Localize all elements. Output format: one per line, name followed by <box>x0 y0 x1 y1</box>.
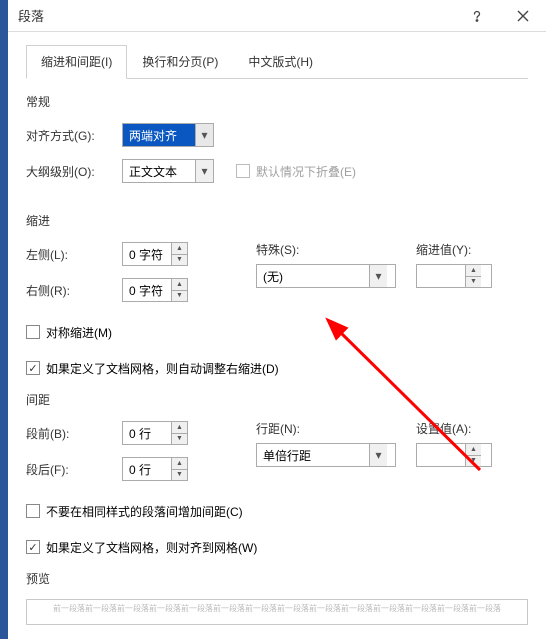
close-button[interactable] <box>500 0 546 32</box>
tab-indent-spacing[interactable]: 缩进和间距(I) <box>26 45 127 79</box>
outline-value: 正文文本 <box>123 160 195 182</box>
checkbox-label: 不要在相同样式的段落间增加间距(C) <box>46 503 243 520</box>
setvalue-label: 设置值(A): <box>416 420 528 437</box>
chevron-up-icon: ▲ <box>172 279 187 291</box>
alignment-value: 两端对齐 <box>123 124 195 146</box>
spinner-buttons[interactable]: ▲▼ <box>171 279 187 301</box>
before-label: 段前(B): <box>26 425 122 442</box>
outline-label: 大纲级别(O): <box>26 163 122 180</box>
indent-value-spinner[interactable]: ▲▼ <box>416 264 492 288</box>
checkbox-label: 如果定义了文档网格，则对齐到网格(W) <box>46 539 257 556</box>
nosame-checkbox[interactable]: 不要在相同样式的段落间增加间距(C) <box>26 503 243 520</box>
grid-indent-checkbox[interactable]: ✓ 如果定义了文档网格，则自动调整右缩进(D) <box>26 360 279 377</box>
titlebar: 段落 <box>0 0 546 32</box>
after-spinner[interactable]: 0 行 ▲▼ <box>122 457 188 481</box>
linespacing-value: 单倍行距 <box>257 444 369 466</box>
tab-asian[interactable]: 中文版式(H) <box>233 45 328 79</box>
checkbox-icon: ✓ <box>26 540 40 554</box>
outline-combo[interactable]: 正文文本 ▾ <box>122 159 214 183</box>
spinner-buttons[interactable]: ▲▼ <box>171 243 187 265</box>
left-indent-value: 0 字符 <box>123 243 171 265</box>
mirror-indent-checkbox[interactable]: 对称缩进(M) <box>26 324 112 341</box>
chevron-down-icon: ▼ <box>172 470 187 481</box>
after-label: 段后(F): <box>26 461 122 478</box>
left-indent-spinner[interactable]: 0 字符 ▲▼ <box>122 242 188 266</box>
dialog-title: 段落 <box>0 6 454 25</box>
checkbox-icon <box>26 504 40 518</box>
chevron-down-icon: ▾ <box>369 265 387 287</box>
checkbox-label: 如果定义了文档网格，则自动调整右缩进(D) <box>46 360 279 377</box>
chevron-down-icon: ▾ <box>195 160 213 182</box>
grid-spacing-checkbox[interactable]: ✓ 如果定义了文档网格，则对齐到网格(W) <box>26 539 257 556</box>
section-indent: 缩进 <box>26 212 528 229</box>
collapsed-checkbox: 默认情况下折叠(E) <box>236 163 356 180</box>
setvalue-value <box>417 444 465 466</box>
chevron-down-icon: ▾ <box>369 444 387 466</box>
tab-label: 中文版式(H) <box>248 55 313 69</box>
checkbox-label: 默认情况下折叠(E) <box>256 163 356 180</box>
checkbox-icon: ✓ <box>26 361 40 375</box>
section-general: 常规 <box>26 93 528 110</box>
after-value: 0 行 <box>123 458 171 480</box>
right-indent-label: 右侧(R): <box>26 282 122 299</box>
help-button[interactable] <box>454 0 500 32</box>
preview-text: 前一段落前一段落前一段落前一段落前一段落前一段落前一段落前一段落前一段落前一段落… <box>53 604 501 613</box>
before-spinner[interactable]: 0 行 ▲▼ <box>122 421 188 445</box>
tab-label: 缩进和间距(I) <box>41 55 112 69</box>
spinner-buttons[interactable]: ▲▼ <box>465 444 481 466</box>
setvalue-spinner[interactable]: ▲▼ <box>416 443 492 467</box>
chevron-down-icon: ▼ <box>172 255 187 266</box>
chevron-up-icon: ▲ <box>466 444 481 456</box>
section-spacing: 间距 <box>26 391 528 408</box>
chevron-up-icon: ▲ <box>172 243 187 255</box>
right-indent-value: 0 字符 <box>123 279 171 301</box>
right-indent-spinner[interactable]: 0 字符 ▲▼ <box>122 278 188 302</box>
section-preview: 预览 <box>26 570 528 587</box>
checkbox-icon <box>236 164 250 178</box>
chevron-up-icon: ▲ <box>466 265 481 277</box>
tab-line-page[interactable]: 换行和分页(P) <box>127 45 233 79</box>
checkbox-label: 对称缩进(M) <box>46 324 112 341</box>
tab-strip: 缩进和间距(I) 换行和分页(P) 中文版式(H) <box>26 44 528 79</box>
indent-value-value <box>417 265 465 287</box>
chevron-down-icon: ▼ <box>466 277 481 288</box>
checkbox-icon <box>26 325 40 339</box>
left-indent-label: 左侧(L): <box>26 246 122 263</box>
chevron-down-icon: ▼ <box>466 456 481 467</box>
spinner-buttons[interactable]: ▲▼ <box>465 265 481 287</box>
special-value: (无) <box>257 265 369 287</box>
chevron-down-icon: ▼ <box>172 291 187 302</box>
before-value: 0 行 <box>123 422 171 444</box>
linespacing-label: 行距(N): <box>256 420 416 437</box>
chevron-down-icon: ▾ <box>195 124 213 146</box>
app-stripe <box>0 0 8 639</box>
special-label: 特殊(S): <box>256 241 416 258</box>
linespacing-combo[interactable]: 单倍行距 ▾ <box>256 443 396 467</box>
spinner-buttons[interactable]: ▲▼ <box>171 458 187 480</box>
chevron-up-icon: ▲ <box>172 458 187 470</box>
tab-label: 换行和分页(P) <box>142 55 218 69</box>
chevron-down-icon: ▼ <box>172 434 187 445</box>
alignment-combo[interactable]: 两端对齐 ▾ <box>122 123 214 147</box>
alignment-label: 对齐方式(G): <box>26 127 122 144</box>
special-combo[interactable]: (无) ▾ <box>256 264 396 288</box>
indent-value-label: 缩进值(Y): <box>416 241 528 258</box>
spinner-buttons[interactable]: ▲▼ <box>171 422 187 444</box>
dialog-body: 缩进和间距(I) 换行和分页(P) 中文版式(H) 常规 对齐方式(G): 两端… <box>0 32 546 625</box>
preview-box: 前一段落前一段落前一段落前一段落前一段落前一段落前一段落前一段落前一段落前一段落… <box>26 599 528 625</box>
chevron-up-icon: ▲ <box>172 422 187 434</box>
